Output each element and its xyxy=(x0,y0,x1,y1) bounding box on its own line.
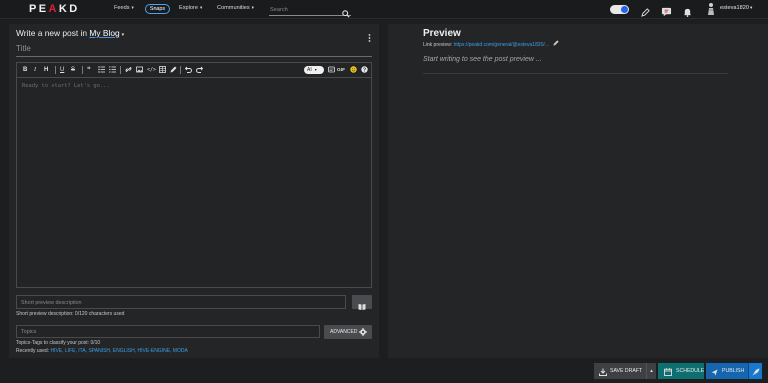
svg-text:?: ? xyxy=(363,67,366,73)
markdown-editor[interactable]: B I H U S ❝ </> AI ▾ GIF ? Ready to star… xyxy=(16,62,372,288)
link-preview: Link preview: https://peakd.com/general/… xyxy=(423,40,559,48)
avatar[interactable] xyxy=(706,2,716,21)
heading-icon[interactable]: H xyxy=(44,66,48,75)
recent-tags-links[interactable]: HIVE, LIFE, ITA, SPANISH, ENGLISH, HIVE-… xyxy=(50,348,187,354)
advanced-button[interactable]: ADVANCED xyxy=(324,325,372,339)
redo-icon[interactable] xyxy=(196,66,204,77)
search-placeholder: Search xyxy=(270,6,288,13)
image-icon[interactable] xyxy=(136,66,143,77)
editor-header: Write a new post in My Blog ▾ xyxy=(16,28,125,38)
search-icon[interactable] xyxy=(342,5,350,23)
send-icon xyxy=(711,367,718,383)
gear-icon xyxy=(359,328,367,342)
top-nav-bar: PEAKD Feeds ▾ Snaps Explore ▾ Communities ▾… xyxy=(0,0,768,19)
sticker-icon[interactable] xyxy=(328,66,335,77)
chevron-down-icon: ▾ xyxy=(314,67,317,72)
pencil-icon[interactable] xyxy=(553,40,559,48)
emoji-icon[interactable] xyxy=(350,66,357,77)
calendar-icon xyxy=(664,367,672,383)
blog-selector[interactable]: My Blog xyxy=(89,28,119,38)
table-icon[interactable] xyxy=(159,66,166,77)
nav-communities[interactable]: Communities ▾ xyxy=(217,5,254,11)
unordered-list-icon[interactable] xyxy=(98,66,105,77)
topics-placeholder: Topics xyxy=(21,329,37,335)
preview-divider xyxy=(423,73,728,74)
editor-panel: Write a new post in My Blog ▾ Title B I H… xyxy=(9,24,379,358)
nav-explore[interactable]: Explore ▾ xyxy=(179,5,202,11)
italic-icon[interactable]: I xyxy=(34,66,36,75)
preview-url-link[interactable]: https://peakd.com/general/@esteva1820/..… xyxy=(454,42,549,48)
ordered-list-icon[interactable] xyxy=(109,66,116,77)
toolbar-divider xyxy=(82,66,83,74)
editor-placeholder: Ready to start? Let's go... xyxy=(22,83,110,89)
editor-toolbar: B I H U S ❝ </> AI ▾ GIF ? xyxy=(17,63,371,78)
chat-icon[interactable] xyxy=(661,4,672,22)
rocket-icon xyxy=(752,367,760,383)
short-description-input[interactable]: Short preview description xyxy=(16,295,346,309)
user-menu[interactable]: esteva1820▾ xyxy=(720,5,752,11)
bold-icon[interactable]: B xyxy=(23,66,27,75)
nav-snaps[interactable]: Snaps xyxy=(145,4,170,14)
toolbar-divider xyxy=(180,66,181,74)
download-icon xyxy=(599,367,607,383)
chevron-down-icon: ▾ xyxy=(199,5,203,10)
toggle-knob xyxy=(621,6,628,13)
preview-empty-text: Start writing to see the post preview ..… xyxy=(423,56,542,63)
topics-hint: Topics-Tags to classify your post: 0/10 xyxy=(16,340,101,346)
chevron-down-icon: ▾ xyxy=(749,5,753,10)
chevron-down-icon[interactable]: ▾ xyxy=(122,32,125,38)
short-description-placeholder: Short preview description xyxy=(21,299,82,306)
chevron-down-icon: ▾ xyxy=(131,5,134,10)
toolbar-divider xyxy=(120,66,121,74)
theme-toggle[interactable] xyxy=(610,5,629,14)
undo-icon[interactable] xyxy=(184,66,192,77)
ai-assist-button[interactable]: AI ▾ xyxy=(304,66,324,74)
book-button[interactable] xyxy=(352,295,372,310)
publish-button[interactable]: PUBLISH xyxy=(706,363,748,379)
topics-input[interactable]: Topics xyxy=(16,325,320,338)
publish-options-button[interactable] xyxy=(748,363,762,379)
chevron-down-icon: ▾ xyxy=(251,5,254,10)
quote-icon[interactable]: ❝ xyxy=(87,66,91,75)
help-icon[interactable]: ? xyxy=(361,66,368,77)
peakd-logo[interactable]: PEAKD xyxy=(29,3,80,15)
title-placeholder: Title xyxy=(16,44,31,53)
link-icon[interactable] xyxy=(125,66,132,77)
save-draft-menu-button[interactable]: ▴ xyxy=(646,363,656,379)
book-icon xyxy=(358,298,366,316)
pencil-icon[interactable] xyxy=(641,4,650,22)
preview-panel: Preview Link preview: https://peakd.com/… xyxy=(388,24,768,358)
gif-button[interactable]: GIF xyxy=(337,66,345,75)
pen-icon[interactable] xyxy=(170,66,177,77)
search-input[interactable]: Search xyxy=(269,4,351,18)
title-input[interactable]: Title xyxy=(16,43,372,57)
bell-icon[interactable] xyxy=(683,4,692,22)
toolbar-divider xyxy=(55,66,56,74)
short-description-hint: Short preview description: 0/120 charact… xyxy=(16,311,125,317)
chevron-up-icon: ▴ xyxy=(650,368,653,374)
code-icon[interactable]: </> xyxy=(147,66,156,75)
preview-title: Preview xyxy=(423,28,461,39)
underline-icon[interactable]: U xyxy=(60,66,64,75)
strikethrough-icon[interactable]: S xyxy=(71,66,75,75)
schedule-button[interactable]: SCHEDULE xyxy=(658,363,704,379)
recent-tags-row: Recently used: HIVE, LIFE, ITA, SPANISH,… xyxy=(16,348,188,354)
nav-feeds[interactable]: Feeds ▾ xyxy=(114,5,134,11)
save-draft-button[interactable]: SAVE DRAFT xyxy=(594,363,646,379)
